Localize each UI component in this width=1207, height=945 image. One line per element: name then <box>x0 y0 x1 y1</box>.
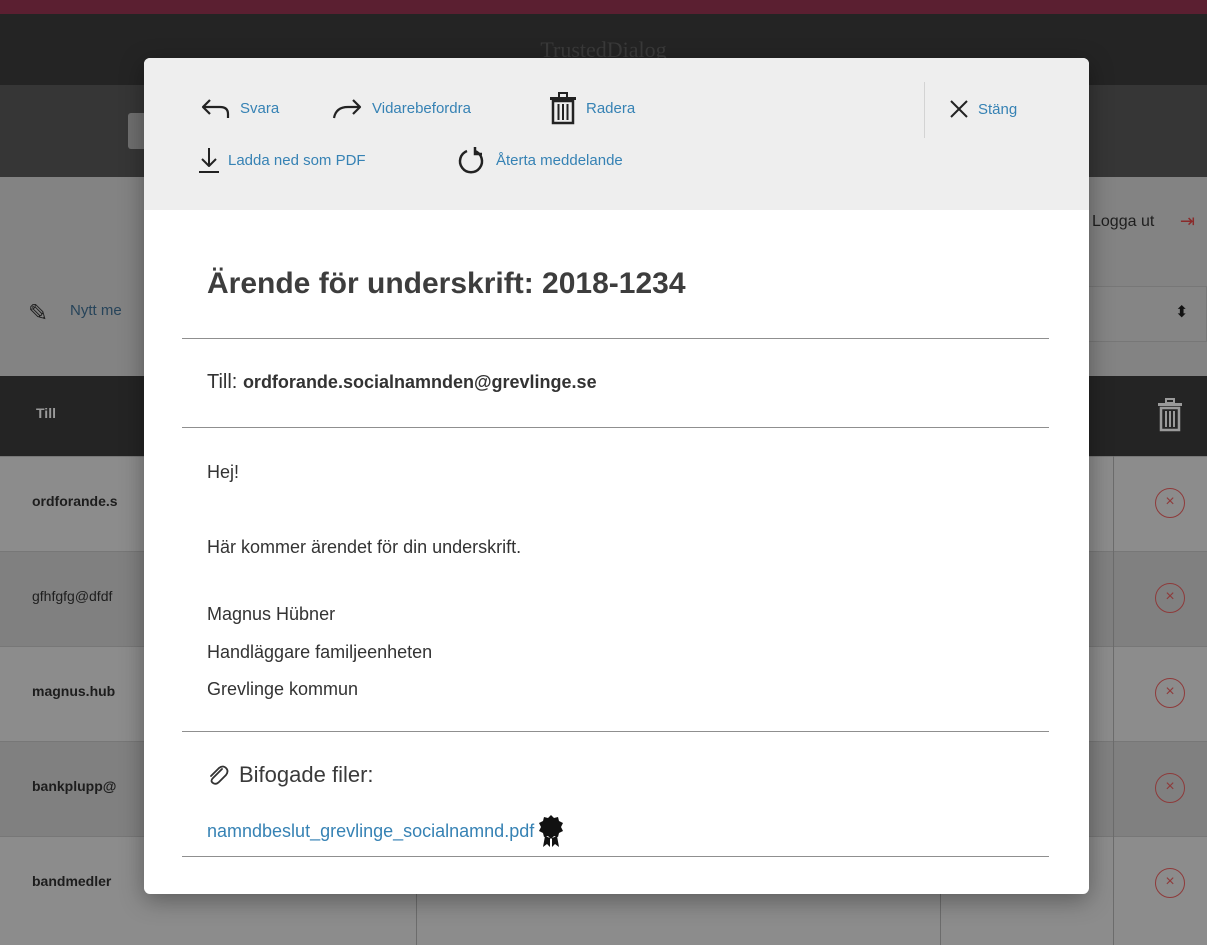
reply-arrow-icon <box>201 99 230 118</box>
recall-message-label: Återta meddelande <box>496 151 623 169</box>
divider <box>182 427 1049 428</box>
divider <box>182 856 1049 857</box>
message-subject: Ärende för underskrift: 2018-1234 <box>207 267 686 300</box>
row-to-cell: gfhfgfg@dfdf <box>32 588 113 604</box>
new-message-link[interactable]: Nytt me <box>70 302 122 319</box>
folder-select[interactable] <box>1088 286 1207 342</box>
forward-button[interactable]: Vidarebefordra <box>330 96 471 120</box>
row-to-cell: bankplupp@ <box>32 778 117 794</box>
attachment-item: namndbeslut_grevlinge_socialnamnd.pdf <box>207 814 564 848</box>
delete-row-icon[interactable]: × <box>1155 678 1185 708</box>
close-label: Stäng <box>978 100 1018 118</box>
paperclip-icon <box>210 765 229 785</box>
delete-row-icon[interactable]: × <box>1155 868 1185 898</box>
signature-organization: Grevlinge kommun <box>207 679 359 699</box>
message-body-greeting: Hej! <box>207 462 240 482</box>
seal-badge-icon <box>539 815 564 847</box>
forward-label: Vidarebefordra <box>372 99 471 117</box>
recipient-row: Till: ordforande.socialnamnden@grevlinge… <box>207 371 597 394</box>
forward-arrow-icon <box>332 99 362 119</box>
trash-icon <box>550 92 576 125</box>
app-top-stripe <box>0 0 1207 14</box>
pencil-icon[interactable]: ✎ <box>28 299 48 328</box>
signature-title: Handläggare familjeenheten <box>207 642 433 662</box>
delete-row-icon[interactable]: × <box>1155 488 1185 518</box>
download-pdf-label: Ladda ned som PDF <box>228 151 366 169</box>
message-body-text: Här kommer ärendet för din underskrift. <box>207 537 522 557</box>
to-label: Till: <box>207 371 238 393</box>
row-to-cell: ordforande.s <box>32 493 118 509</box>
column-divider <box>1113 456 1114 945</box>
reply-button[interactable]: Svara <box>200 96 279 120</box>
column-header-to[interactable]: Till <box>36 405 56 421</box>
trash-icon[interactable] <box>1155 397 1185 433</box>
download-arrow-icon <box>199 148 219 173</box>
select-arrow-icon: ⬍ <box>1175 304 1189 321</box>
attachments-label: Bifogade filer: <box>239 762 374 787</box>
logout-icon[interactable]: ⇥ <box>1180 211 1195 232</box>
delete-row-icon[interactable]: × <box>1155 583 1185 613</box>
delete-button[interactable]: Radera <box>548 91 635 125</box>
message-dialog: Svara Vidarebefordra Radera Stäng Ladda … <box>144 58 1089 894</box>
recipient-address: ordforande.socialnamnden@grevlinge.se <box>242 372 597 392</box>
close-button[interactable]: Stäng <box>948 98 1017 120</box>
reply-label: Svara <box>240 99 280 117</box>
close-x-icon <box>950 100 968 118</box>
row-to-cell: bandmedler <box>32 873 112 889</box>
download-pdf-button[interactable]: Ladda ned som PDF <box>198 146 366 174</box>
divider <box>182 731 1049 732</box>
divider <box>182 338 1049 339</box>
delete-label: Radera <box>586 99 636 117</box>
row-to-cell: magnus.hub <box>32 683 116 699</box>
delete-row-icon[interactable]: × <box>1155 773 1185 803</box>
recall-message-button[interactable]: Återta meddelande <box>454 146 623 174</box>
logout-link[interactable]: Logga ut <box>1092 213 1154 231</box>
toolbar-separator <box>924 82 925 138</box>
attachment-file-link[interactable]: namndbeslut_grevlinge_socialnamnd.pdf <box>207 821 534 842</box>
recall-circular-arrow-icon <box>458 147 484 174</box>
signature-name: Magnus Hübner <box>207 604 336 624</box>
message-toolbar: Svara Vidarebefordra Radera Stäng Ladda … <box>144 58 1089 210</box>
attachments-heading: Bifogade filer: <box>207 762 374 788</box>
